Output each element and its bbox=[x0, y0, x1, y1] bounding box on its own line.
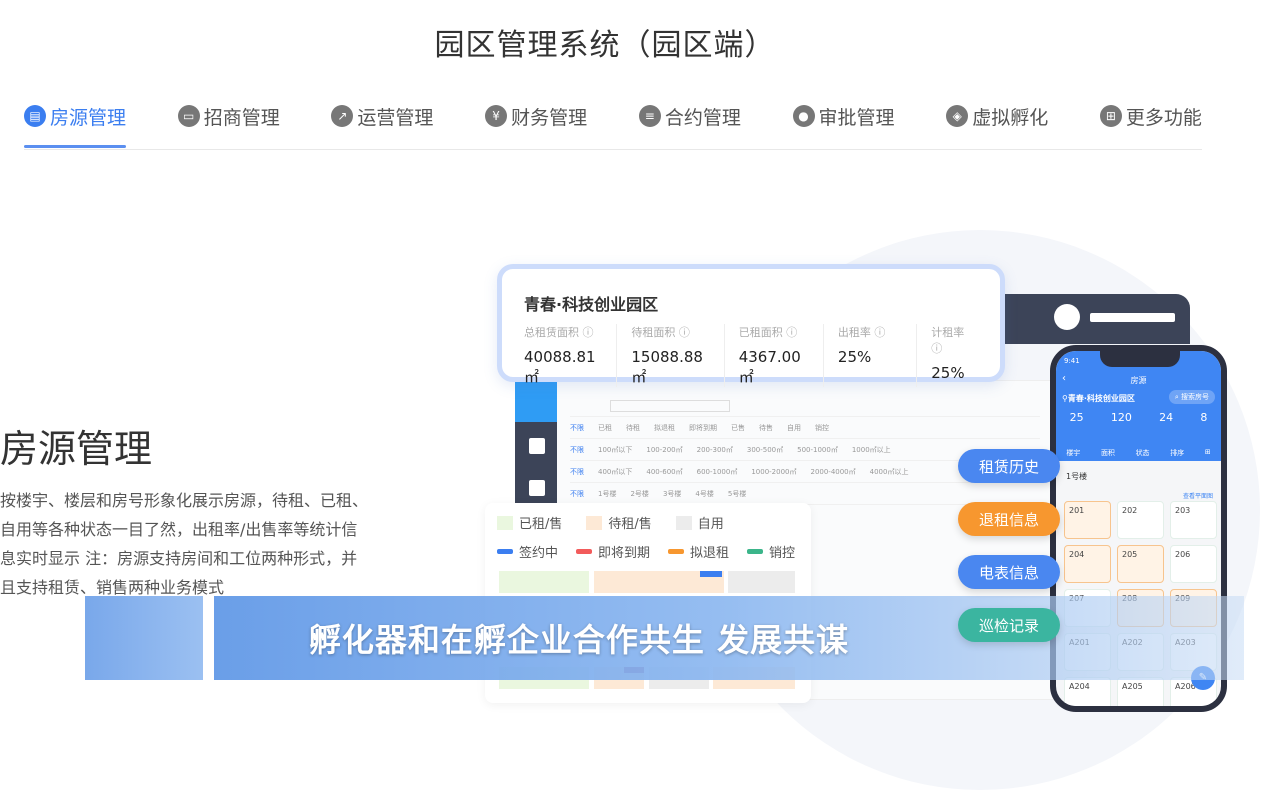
legend-signing: 签约中 bbox=[497, 542, 558, 561]
chart-board-icon: ↗ bbox=[331, 105, 354, 127]
legend-rented: 已租/售 bbox=[497, 513, 562, 532]
legend-label: 即将到期 bbox=[598, 546, 651, 561]
phone-stat: 24 bbox=[1159, 411, 1174, 424]
tab-incubation[interactable]: ◈ 虚拟孵化 bbox=[946, 100, 1048, 132]
help-icon[interactable]: ⓘ bbox=[931, 342, 942, 355]
briefcase-icon: ▭ bbox=[177, 105, 200, 127]
monitor-frame bbox=[990, 294, 1190, 344]
phone-filter[interactable]: 排序 bbox=[1170, 448, 1184, 458]
room-card[interactable]: 205 bbox=[1117, 545, 1164, 583]
phone-filter[interactable]: 楼宇 bbox=[1066, 448, 1080, 458]
lease-history-button[interactable]: 租赁历史 bbox=[958, 449, 1060, 483]
floor-plan-link[interactable]: 查看平面图 bbox=[1183, 491, 1213, 500]
room-card[interactable]: A204 bbox=[1064, 677, 1111, 706]
stat-value: 15088.88 ㎡ bbox=[631, 348, 703, 386]
tab-label: 招商管理 bbox=[203, 106, 280, 129]
yuan-icon: ¥ bbox=[485, 105, 508, 127]
legend-label: 拟退租 bbox=[690, 546, 730, 561]
help-icon[interactable]: ⓘ bbox=[786, 326, 797, 339]
stat-billing-rate: 计租率 ⓘ 25% bbox=[931, 324, 986, 387]
stat-value: 4367.00 ㎡ bbox=[738, 348, 801, 386]
stat-vacant-area: 待租面积 ⓘ 15088.88 ㎡ bbox=[631, 324, 725, 387]
meter-info-button[interactable]: 电表信息 bbox=[958, 555, 1060, 589]
tab-housing[interactable]: ▤ 房源管理 bbox=[24, 100, 127, 148]
subtitle-banner-left bbox=[85, 596, 203, 680]
tab-label: 财务管理 bbox=[511, 106, 588, 129]
stat-value: 40088.81 ㎡ bbox=[524, 348, 596, 386]
tab-finance[interactable]: ¥ 财务管理 bbox=[485, 100, 587, 132]
stat-value: 25% bbox=[837, 348, 872, 366]
legend-vacant: 待租/售 bbox=[586, 513, 652, 532]
room-block bbox=[594, 571, 724, 593]
tab-more[interactable]: ⊞ 更多功能 bbox=[1099, 100, 1202, 132]
phone-stat: 25 bbox=[1069, 411, 1084, 424]
stat-label: 已租面积 bbox=[738, 326, 783, 339]
legend-label: 签约中 bbox=[519, 546, 559, 561]
video-subtitle: 孵化器和在孵企业合作共生 发展共谋 bbox=[308, 621, 850, 659]
stat-total-area: 总租赁面积 ⓘ 40088.81 ㎡ bbox=[524, 324, 618, 387]
room-card[interactable]: A205 bbox=[1117, 677, 1164, 706]
room-block bbox=[499, 571, 589, 593]
room-card[interactable]: 203 bbox=[1170, 501, 1217, 539]
phone-building: 1号楼 bbox=[1066, 472, 1088, 481]
legend-label: 销控 bbox=[769, 546, 796, 561]
contract-icon: ≡ bbox=[638, 105, 661, 127]
legend-self-use: 自用 bbox=[675, 513, 724, 532]
legend-label: 自用 bbox=[697, 517, 724, 532]
phone-filter[interactable]: 面积 bbox=[1101, 448, 1115, 458]
help-icon[interactable]: ⓘ bbox=[583, 326, 594, 339]
inspection-record-button[interactable]: 巡检记录 bbox=[958, 608, 1060, 642]
section-description: 按楼宇、楼层和房号形象化展示房源，待租、已租、自用等各种状态一目了然，出租率/出… bbox=[0, 491, 369, 597]
tab-operations[interactable]: ↗ 运营管理 bbox=[331, 100, 433, 132]
tab-label: 房源管理 bbox=[50, 106, 127, 129]
help-icon[interactable]: ⓘ bbox=[874, 326, 885, 339]
building-icon: ▤ bbox=[24, 105, 46, 127]
incubation-icon: ◈ bbox=[946, 105, 969, 127]
room-card[interactable]: 202 bbox=[1117, 501, 1164, 539]
legend-label: 待租/售 bbox=[608, 517, 652, 532]
tab-label: 运营管理 bbox=[357, 106, 434, 129]
park-name: 青春·科技创业园区 bbox=[524, 295, 659, 314]
park-summary-card: 青春·科技创业园区 总租赁面积 ⓘ 40088.81 ㎡ 待租面积 ⓘ 15088.… bbox=[497, 264, 1005, 387]
search-label: 搜索房号 bbox=[1181, 393, 1209, 401]
status-time: 9:41 bbox=[1064, 357, 1080, 365]
phone-stat: 8 bbox=[1200, 411, 1208, 424]
stat-label: 总租赁面积 bbox=[524, 326, 579, 339]
tab-contracts[interactable]: ≡ 合约管理 bbox=[638, 100, 741, 132]
phone-park-name[interactable]: 青春·科技创业园区 bbox=[1068, 394, 1135, 403]
tab-label: 虚拟孵化 bbox=[972, 106, 1049, 129]
page-title: 园区管理系统（园区端） bbox=[434, 28, 776, 63]
tab-investment[interactable]: ▭ 招商管理 bbox=[177, 100, 280, 132]
stat-label: 计租率 bbox=[931, 326, 965, 339]
stat-label: 待租面积 bbox=[631, 326, 676, 339]
legend-label: 已租/售 bbox=[519, 517, 563, 532]
legend-moving-out: 拟退租 bbox=[668, 542, 729, 561]
legend-sales-control: 销控 bbox=[747, 542, 795, 561]
main-nav: ▤ 房源管理 ▭ 招商管理 ↗ 运营管理 ¥ 财务管理 ≡ 合约管理 ● 审批管理 ◈ 虚拟孵… bbox=[24, 100, 1202, 150]
phone-search-button[interactable]: ⌕ 搜索房号 bbox=[1168, 390, 1215, 404]
search-icon: ⌕ bbox=[1174, 393, 1179, 401]
room-card[interactable]: 201 bbox=[1064, 501, 1111, 539]
room-card[interactable]: 206 bbox=[1170, 545, 1217, 583]
tab-approval[interactable]: ● 审批管理 bbox=[792, 100, 895, 132]
stat-label: 出租率 bbox=[837, 326, 871, 339]
room-card[interactable]: 204 bbox=[1064, 545, 1111, 583]
approval-icon: ● bbox=[792, 105, 815, 127]
grid-icon: ⊞ bbox=[1099, 105, 1122, 127]
stat-rented-area: 已租面积 ⓘ 4367.00 ㎡ bbox=[739, 324, 824, 387]
room-block bbox=[728, 571, 795, 593]
phone-title: 房源 bbox=[1130, 376, 1147, 385]
tab-label: 更多功能 bbox=[1125, 106, 1202, 129]
legend-expiring: 即将到期 bbox=[576, 542, 650, 561]
tab-label: 合约管理 bbox=[664, 106, 741, 129]
tab-label: 审批管理 bbox=[818, 106, 895, 129]
phone-filter[interactable]: 状态 bbox=[1136, 448, 1150, 458]
stat-value: 25% bbox=[931, 364, 965, 382]
phone-stat: 120 bbox=[1110, 411, 1132, 424]
move-out-info-button[interactable]: 退租信息 bbox=[958, 502, 1060, 536]
grid-view-icon[interactable]: ⊞ bbox=[1205, 448, 1211, 458]
stat-occupancy-rate: 出租率 ⓘ 25% bbox=[837, 324, 918, 387]
help-icon[interactable]: ⓘ bbox=[679, 326, 690, 339]
section-title: 房源管理 bbox=[0, 427, 153, 471]
